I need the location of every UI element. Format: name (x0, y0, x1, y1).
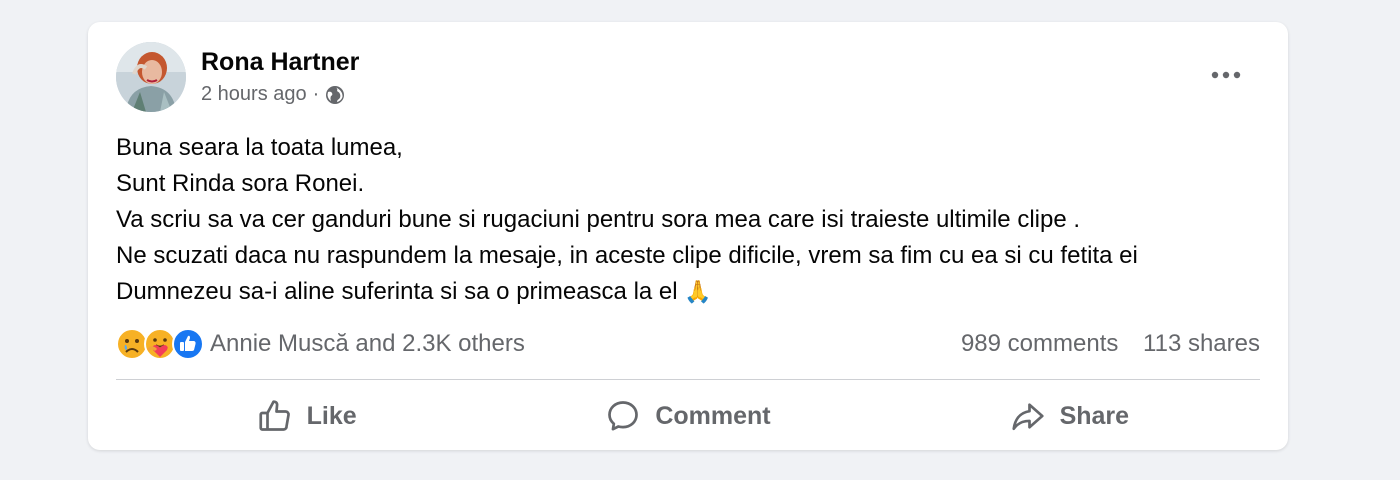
share-label: Share (1059, 401, 1130, 430)
post-body-last-line: Dumnezeu sa-i aline suferinta si sa o pr… (116, 274, 1256, 310)
post-card: Rona Hartner 2 hours ago · Buna seara la… (88, 22, 1288, 450)
avatar[interactable] (116, 42, 186, 112)
thumbs-up-icon (259, 400, 290, 431)
like-reaction-icon (172, 328, 204, 360)
post-body: Buna seara la toata lumea, Sunt Rinda so… (116, 130, 1256, 310)
post-header: Rona Hartner 2 hours ago · (116, 42, 359, 112)
reaction-icons (116, 328, 204, 360)
action-bar: Like Comment Share (116, 388, 1260, 444)
share-button[interactable]: Share (879, 388, 1260, 444)
like-label: Like (306, 401, 357, 430)
post-meta: Rona Hartner 2 hours ago · (201, 45, 359, 109)
comment-button[interactable]: Comment (497, 388, 878, 444)
post-body-line: Dumnezeu sa-i aline suferinta si sa o pr… (116, 278, 678, 305)
engagement-counts: 989 comments 113 shares (943, 330, 1260, 358)
post-body-line: Buna seara la toata lumea, (116, 134, 403, 161)
reactions-text: Annie Muscă and 2.3K others (210, 330, 525, 357)
shares-count[interactable]: 113 shares (1143, 330, 1260, 357)
post-body-line: Ne scuzati daca nu raspundem la mesaje, … (116, 242, 1138, 269)
reactions-summary[interactable]: Annie Muscă and 2.3K others (116, 328, 525, 360)
post-body-line: Va scriu sa va cer ganduri bune si rugac… (116, 206, 1081, 233)
more-dots-icon (1211, 71, 1241, 79)
divider (116, 379, 1260, 380)
post-time-row: 2 hours ago · (201, 79, 359, 109)
comment-label: Comment (655, 401, 771, 430)
post-stats: Annie Muscă and 2.3K others 989 comments… (116, 326, 1260, 362)
separator-dot: · (312, 83, 320, 105)
post-body-line: Sunt Rinda sora Ronei. (116, 170, 365, 197)
globe-icon[interactable] (325, 84, 345, 104)
like-button[interactable]: Like (116, 388, 497, 444)
comments-count[interactable]: 989 comments (961, 330, 1118, 357)
author-name[interactable]: Rona Hartner (201, 45, 359, 79)
praying-hands-emoji: 🙏 (684, 279, 712, 304)
post-timestamp[interactable]: 2 hours ago (201, 79, 307, 109)
share-arrow-icon (1011, 403, 1044, 431)
more-options-button[interactable] (1206, 62, 1246, 88)
comment-bubble-icon (608, 401, 639, 431)
